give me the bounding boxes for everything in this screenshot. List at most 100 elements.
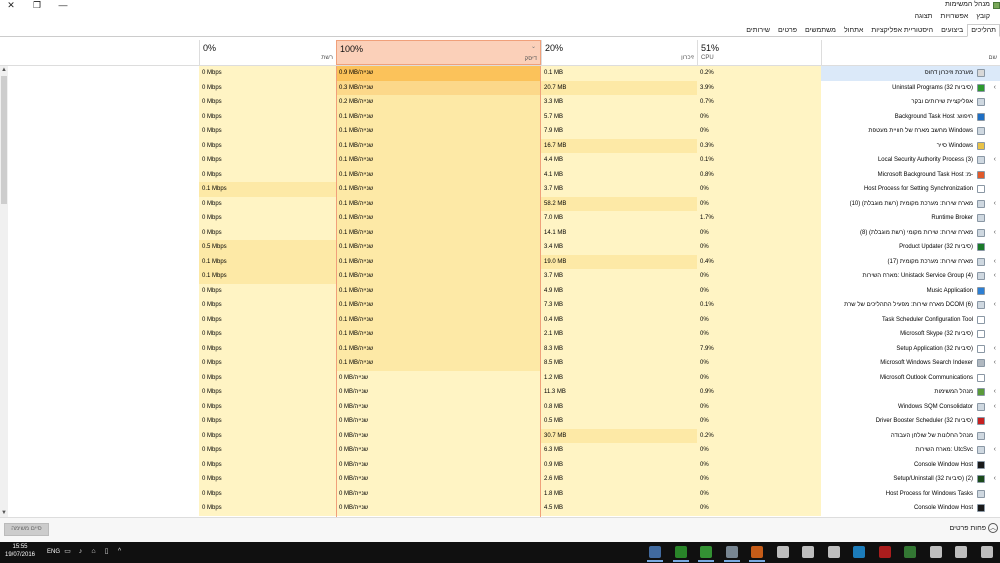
memory-cell: 2.6 MB xyxy=(541,472,697,487)
clock[interactable]: 15:55 19/07/2016 xyxy=(2,543,38,559)
table-row[interactable]: 0 Mbps 0 MB/שנייה 0.9 MB 0% Console Window H… xyxy=(0,457,1000,472)
expand-chevron-icon[interactable]: ‹ xyxy=(994,226,996,241)
table-row[interactable]: 0 Mbps 0.1 MB/שנייה 4.9 MB 0% Music Applicat… xyxy=(0,283,1000,298)
table-row[interactable]: 0.1 Mbps 0.1 MB/שנייה 3.7 MB 0% מארח השירות:… xyxy=(0,269,1000,284)
mo-app-icon[interactable] xyxy=(776,546,789,558)
menu-item[interactable]: אפשרויות xyxy=(941,13,969,23)
tab-2[interactable]: היסטוריית אפליקציות xyxy=(867,24,937,37)
tab-1[interactable]: ביצועים xyxy=(937,24,967,37)
task-manager-app-icon[interactable] xyxy=(725,546,738,558)
memory-column-header[interactable]: 20% זיכרון xyxy=(541,40,697,65)
expand-chevron-icon[interactable]: ‹ xyxy=(994,197,996,212)
network-cell: 0 Mbps xyxy=(199,312,336,327)
table-row[interactable]: 0 Mbps 0 MB/שנייה 30.7 MB 0.2% מנהל החלונות … xyxy=(0,428,1000,443)
name-column-header[interactable]: שם xyxy=(821,40,1000,65)
network-tray-icon[interactable]: ⌂ xyxy=(89,547,98,556)
expand-chevron-icon[interactable]: ‹ xyxy=(994,153,996,168)
network-cell: 0 Mbps xyxy=(199,472,336,487)
photos-icon[interactable] xyxy=(904,546,916,558)
memory-cell: 30.7 MB xyxy=(541,428,697,443)
disk-column-header[interactable]: 100% ⌄ דיסק xyxy=(336,40,541,65)
table-row[interactable]: 0 Mbps 0 MB/שנייה 0.8 MB 0% Windows SQM Cons… xyxy=(0,399,1000,415)
table-row[interactable]: 0 Mbps 0 MB/שנייה 1.8 MB 0% Host Process for… xyxy=(0,486,1000,501)
table-row[interactable]: 0.5 Mbps 0.1 MB/שנייה 3.4 MB 0% Product Upda… xyxy=(0,240,1000,255)
green-circle-app-icon[interactable] xyxy=(674,546,687,558)
end-task-button[interactable]: סיים משימה xyxy=(4,523,49,536)
table-row[interactable]: 0 Mbps 0.1 MB/שנייה 16.7 MB 0.3% סייר Window… xyxy=(0,138,1000,153)
network-cell: 0.1 Mbps xyxy=(199,269,336,284)
table-row[interactable]: 0 Mbps 0 MB/שנייה 0.5 MB 0% Driver Booster S… xyxy=(0,414,1000,429)
expand-chevron-icon[interactable]: ‹ xyxy=(994,269,996,284)
table-row[interactable]: 0 Mbps 0 MB/שנייה 4.5 MB 0% Console Window H… xyxy=(0,501,1000,516)
language-indicator[interactable]: ENG xyxy=(47,549,60,555)
table-row[interactable]: 0 Mbps 0.1 MB/שנייה 2.1 MB 0% Microsoft Skyp… xyxy=(0,327,1000,342)
table-row[interactable]: 0 Mbps 0 MB/שנייה 6.3 MB 0% מארח השירות: Utc… xyxy=(0,443,1000,458)
table-row[interactable]: 0 Mbps 0.1 MB/שנייה 8.5 MB 0% Microsoft Wind… xyxy=(0,356,1000,371)
mail-icon[interactable] xyxy=(802,546,814,558)
network-cell: 0 Mbps xyxy=(199,370,336,385)
table-row[interactable]: 0 Mbps 0.1 MB/שנייה 14.1 MB 0% מארח שירות: ש… xyxy=(0,225,1000,241)
table-row[interactable]: 0 Mbps 0.1 MB/שנייה 7.3 MB 0.1% מארח שירות: … xyxy=(0,298,1000,313)
skype-icon xyxy=(977,330,985,338)
tab-0[interactable]: תהליכים xyxy=(967,24,1000,37)
table-row[interactable]: 0 Mbps 0.1 MB/שנייה 8.3 MB 7.9% Setup Applic… xyxy=(0,341,1000,357)
explorer-icon[interactable] xyxy=(955,546,967,558)
notifications-icon[interactable]: ▭ xyxy=(63,547,72,556)
table-row[interactable]: 0 Mbps 0.1 MB/שנייה 4.1 MB 0.8% Microsoft Ba… xyxy=(0,167,1000,182)
table-row[interactable]: 0 Mbps 0.3 MB/שנייה 20.7 MB 3.9% Uninstall P… xyxy=(0,80,1000,96)
fewer-details-link[interactable]: פחות פרטים xyxy=(950,525,986,532)
tab-3[interactable]: אתחול xyxy=(840,24,867,37)
expand-chevron-icon[interactable]: ‹ xyxy=(994,298,996,313)
driver-booster-app-icon[interactable] xyxy=(878,546,891,558)
table-row[interactable]: 0 Mbps 0 MB/שנייה 2.6 MB 0% Setup/Uninstall … xyxy=(0,472,1000,487)
green-circle-icon xyxy=(977,83,985,92)
expand-chevron-icon[interactable]: ‹ xyxy=(994,472,996,487)
skype-app-icon[interactable] xyxy=(853,546,865,558)
tab-4[interactable]: משתמשים xyxy=(801,24,840,37)
expand-chevron-icon[interactable]: ‹ xyxy=(994,385,996,400)
minimize-button[interactable]: — xyxy=(56,0,70,11)
chevron-up-icon[interactable]: ︿ xyxy=(988,523,998,533)
tablet-icon[interactable] xyxy=(929,546,942,558)
cpu-cell: 0.7% xyxy=(697,95,821,110)
expand-chevron-icon[interactable]: ‹ xyxy=(994,81,996,96)
store-icon[interactable] xyxy=(827,546,840,558)
menu-item[interactable]: קובץ xyxy=(976,13,990,23)
search-icon[interactable] xyxy=(980,546,993,558)
uninstall-app-icon[interactable] xyxy=(700,546,712,558)
table-row[interactable]: 0 Mbps 0.9 MB/שנייה 0.1 MB 0.2% מערכת וזיכרו… xyxy=(0,66,1000,81)
network-column-header[interactable]: 0% רשת xyxy=(199,40,336,65)
task-view-icon[interactable] xyxy=(649,546,661,558)
cpu-cell: 0% xyxy=(697,109,821,124)
expand-chevron-icon[interactable]: ‹ xyxy=(994,443,996,458)
network-cell: 0 Mbps xyxy=(199,196,336,211)
restore-button[interactable]: ❐ xyxy=(30,0,44,11)
table-row[interactable]: 0 Mbps 0.1 MB/שנייה 5.7 MB 0% Background Tas… xyxy=(0,109,1000,124)
close-button[interactable]: ✕ xyxy=(4,0,18,11)
firefox-icon[interactable] xyxy=(751,546,763,558)
table-row[interactable]: 0 Mbps 0 MB/שנייה 11.3 MB 0.9% מנהל המשימות ‹ xyxy=(0,385,1000,400)
table-row[interactable]: 0 Mbps 0.2 MB/שנייה 3.3 MB 0.7% אפליקציית שי… xyxy=(0,95,1000,110)
table-row[interactable]: 0.1 Mbps 0.1 MB/שנייה 19.0 MB 0.4% מארח שירו… xyxy=(0,254,1000,270)
memory-cell: 0.1 MB xyxy=(541,66,697,81)
menu-item[interactable]: תצוגה xyxy=(915,13,933,23)
battery-icon[interactable]: ▯ xyxy=(102,547,111,556)
expand-chevron-icon[interactable]: ‹ xyxy=(994,356,996,371)
table-row[interactable]: 0 Mbps 0.1 MB/שנייה 7.9 MB 0% מחשב מארח של ח… xyxy=(0,124,1000,139)
cpu-cell: 0% xyxy=(697,414,821,429)
table-row[interactable]: 0 Mbps 0 MB/שנייה 1.2 MB 0% Microsoft Outloo… xyxy=(0,370,1000,385)
table-row[interactable]: 0 Mbps 0.1 MB/שנייה 0.4 MB 0% Task Scheduler… xyxy=(0,312,1000,327)
show-hidden-icons-icon[interactable]: ^ xyxy=(115,547,124,556)
expand-chevron-icon[interactable]: ‹ xyxy=(994,255,996,270)
volume-icon[interactable]: ♪ xyxy=(76,547,85,556)
cpu-column-header[interactable]: 51% CPU xyxy=(697,40,821,65)
tab-5[interactable]: פרטים xyxy=(774,24,801,37)
table-row[interactable]: 0 Mbps 0.1 MB/שנייה 4.4 MB 0.1% Local Securi… xyxy=(0,153,1000,168)
table-row[interactable]: 0 Mbps 0.1 MB/שנייה 58.2 MB 0% מארח שירות: מ… xyxy=(0,196,1000,212)
table-row[interactable]: 0 Mbps 0.1 MB/שנייה 7.0 MB 1.7% Runtime Brok… xyxy=(0,211,1000,226)
tab-6[interactable]: שירותים xyxy=(742,24,774,37)
expand-chevron-icon[interactable]: ‹ xyxy=(994,400,996,415)
table-row[interactable]: 0.1 Mbps 0.1 MB/שנייה 3.7 MB 0% Host Process… xyxy=(0,182,1000,197)
expand-chevron-icon[interactable]: ‹ xyxy=(994,342,996,357)
process-name-cell: Console Window Host xyxy=(821,457,1000,472)
